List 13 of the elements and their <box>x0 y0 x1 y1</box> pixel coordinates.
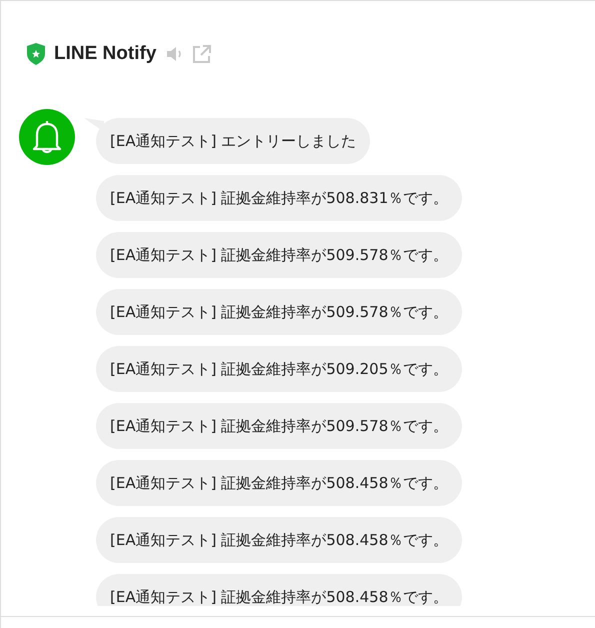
message-bubble: [EA通知テスト] 証拠金維持率が509.578％です。 <box>96 232 462 278</box>
message-bubble: [EA通知テスト] 証拠金維持率が508.458％です。 <box>96 460 462 506</box>
external-window-icon[interactable] <box>192 44 212 64</box>
message-bubble: [EA通知テスト] 証拠金維持率が508.458％です。 <box>96 517 462 563</box>
message-bubble: [EA通知テスト] 証拠金維持率が508.458％です。 <box>96 574 462 606</box>
message-bubble: [EA通知テスト] エントリーしました <box>96 118 370 164</box>
message-bubble: [EA通知テスト] 証拠金維持率が509.205％です。 <box>96 346 462 392</box>
message-bubble: [EA通知テスト] 証拠金維持率が509.578％です。 <box>96 403 462 449</box>
message-bubble: [EA通知テスト] 証拠金維持率が508.831％です。 <box>96 175 462 221</box>
chat-title: LINE Notify <box>54 43 156 65</box>
message-bubble: [EA通知テスト] 証拠金維持率が509.578％です。 <box>96 289 462 335</box>
shield-icon <box>26 43 46 65</box>
bell-avatar-icon <box>19 109 75 165</box>
